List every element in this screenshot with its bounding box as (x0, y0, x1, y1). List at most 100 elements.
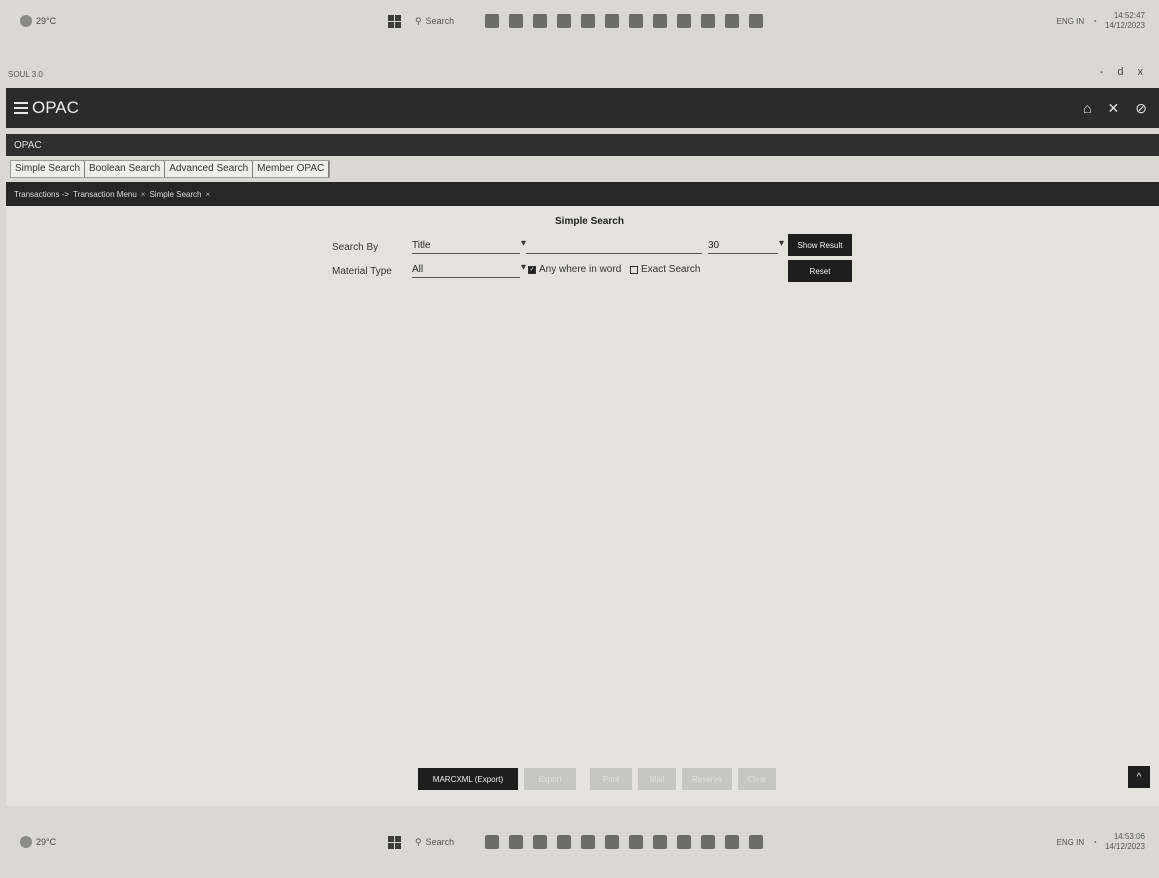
app-icon[interactable] (749, 835, 763, 849)
app-icon[interactable] (677, 835, 691, 849)
checkbox-unchecked-icon (630, 265, 638, 274)
weather-icon (20, 15, 32, 27)
breadcrumb: Transactions -> Transaction Menu × Simpl… (6, 182, 1159, 206)
tab-boolean-search[interactable]: Boolean Search (85, 161, 166, 177)
hamburger-menu-icon[interactable] (14, 102, 28, 114)
module-title: OPAC (14, 139, 42, 151)
breadcrumb-close-icon[interactable]: × (141, 190, 146, 199)
app-icon[interactable] (485, 835, 499, 849)
app-icon[interactable] (629, 835, 643, 849)
breadcrumb-item[interactable]: Transaction Menu (73, 190, 137, 199)
search-by-label: Search By (332, 242, 379, 253)
tab-simple-search[interactable]: Simple Search (11, 161, 86, 177)
anywhere-label: Any where in word (539, 264, 622, 275)
app-icon[interactable] (653, 835, 667, 849)
weather-widget[interactable]: 29°C (20, 15, 56, 27)
app-icon[interactable] (749, 14, 763, 28)
close-window-button[interactable]: x (1138, 66, 1144, 78)
search-by-value: Title (412, 240, 431, 251)
app-icon[interactable] (653, 14, 667, 28)
app-icon[interactable] (485, 14, 499, 28)
search-icon: ⚲ (415, 15, 422, 26)
reset-button[interactable]: Reset (788, 260, 852, 282)
clock-time: 14:52:47 (1113, 11, 1145, 20)
app-icon[interactable] (557, 835, 571, 849)
app-icon[interactable] (581, 14, 595, 28)
breadcrumb-close-icon[interactable]: × (206, 190, 211, 199)
app-icon[interactable] (725, 835, 739, 849)
taskbar-search[interactable]: ⚲ Search (411, 13, 475, 29)
maximize-button[interactable]: d (1117, 66, 1123, 78)
anywhere-checkbox[interactable]: ✓ Any where in word (528, 264, 621, 275)
exact-search-checkbox[interactable]: Exact Search (630, 264, 700, 275)
app-icon[interactable] (533, 14, 547, 28)
window-titlebar: SOUL 3.0 - d x (8, 66, 1151, 82)
weather-widget[interactable]: 29°C (20, 836, 56, 848)
breadcrumb-item[interactable]: Transactions -> (14, 190, 69, 199)
clock[interactable]: 14:53:06 14/12/2023 (1105, 832, 1145, 852)
export-button[interactable]: Export (524, 768, 576, 790)
app-icon[interactable] (605, 14, 619, 28)
taskbar-search-label: Search (425, 837, 455, 847)
exact-search-label: Exact Search (641, 264, 701, 275)
print-button[interactable]: Print (590, 768, 632, 790)
breadcrumb-item[interactable]: Simple Search (149, 190, 201, 199)
minimize-button[interactable]: - (1100, 66, 1104, 78)
result-count-select[interactable]: 30 ▾ (708, 238, 784, 254)
window-title: SOUL 3.0 (8, 69, 43, 79)
system-tray: ENG IN ◔ 14:53:06 14/12/2023 (1057, 832, 1145, 852)
taskbar-apps: ⚲ Search (388, 834, 763, 850)
clock-date: 14/12/2023 (1104, 842, 1145, 851)
app-icon[interactable] (677, 14, 691, 28)
scroll-top-button[interactable]: ^ (1128, 766, 1150, 788)
app-icon[interactable] (725, 14, 739, 28)
start-icon[interactable] (388, 835, 401, 849)
clock[interactable]: 14:52:47 14/12/2023 (1105, 11, 1145, 31)
lang-indicator[interactable]: ENG IN (1057, 17, 1085, 26)
app-icon[interactable] (629, 14, 643, 28)
clock-time: 14:53:06 (1113, 832, 1145, 841)
marcxml-export-button[interactable]: MARCXML (Export) (418, 768, 518, 790)
tab-member-opac[interactable]: Member OPAC (253, 161, 330, 177)
close-icon[interactable]: ✕ (1108, 100, 1120, 117)
app-icon[interactable] (605, 835, 619, 849)
app-title: OPAC (32, 98, 79, 117)
taskbar-search-label: Search (425, 16, 455, 26)
search-by-select[interactable]: Title ▾ (412, 238, 526, 254)
form-title: Simple Search (555, 216, 624, 227)
system-tray: ENG IN ◔ 14:52:47 14/12/2023 (1057, 11, 1145, 31)
app-icon[interactable] (509, 835, 523, 849)
app-icon[interactable] (581, 835, 595, 849)
os-taskbar-top: 29°C ⚲ Search ENG IN ◔ 14:52:47 14/12/20… (0, 4, 1159, 38)
lang-indicator[interactable]: ENG IN (1057, 838, 1085, 847)
taskbar-search[interactable]: ⚲ Search (411, 834, 475, 850)
material-type-value: All (412, 264, 424, 275)
search-icon: ⚲ (415, 836, 422, 847)
app-header: OPAC ⌂ ✕ ⊘ (6, 88, 1159, 128)
app-icon[interactable] (509, 14, 523, 28)
reserve-button[interactable]: Reserve (682, 768, 732, 790)
wifi-icon[interactable]: ◔ (1092, 17, 1097, 26)
weather-temp: 29°C (36, 837, 57, 847)
bottom-action-bar: MARCXML (Export) Export Print Mail Reser… (418, 768, 776, 790)
weather-temp: 29°C (36, 16, 57, 26)
chevron-down-icon: ▾ (520, 262, 526, 273)
tab-advanced-search[interactable]: Advanced Search (165, 161, 254, 177)
window-controls: - d x (1100, 66, 1143, 78)
app-icon[interactable] (701, 835, 715, 849)
material-type-label: Material Type (332, 266, 392, 277)
chevron-down-icon: ▾ (778, 238, 784, 249)
home-icon[interactable]: ⌂ (1083, 100, 1091, 117)
checkbox-checked-icon: ✓ (528, 265, 536, 274)
mail-button[interactable]: Mail (638, 768, 676, 790)
material-type-select[interactable]: All ▾ (412, 262, 526, 278)
search-text-input[interactable] (526, 238, 702, 254)
show-result-button[interactable]: Show Result (788, 234, 852, 256)
start-icon[interactable] (388, 14, 401, 28)
app-icon[interactable] (701, 14, 715, 28)
app-icon[interactable] (533, 835, 547, 849)
help-icon[interactable]: ⊘ (1135, 100, 1147, 117)
clear-button[interactable]: Clear (738, 768, 776, 790)
app-icon[interactable] (557, 14, 571, 28)
wifi-icon[interactable]: ◔ (1092, 838, 1097, 847)
